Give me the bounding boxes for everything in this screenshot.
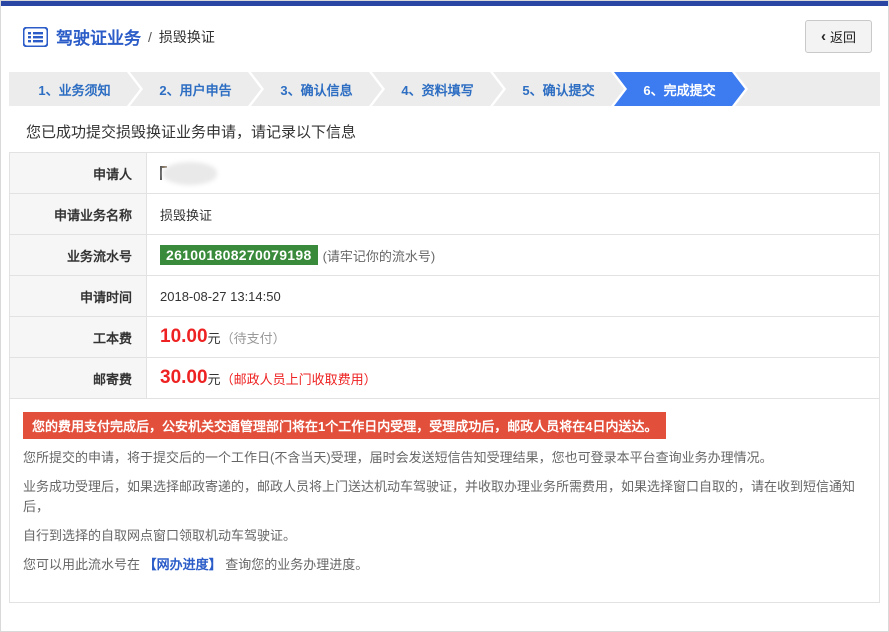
back-button-label: 返回 (829, 30, 856, 45)
back-button-top[interactable]: ‹ 返回 (804, 20, 872, 53)
table-row-serial-number: 业务流水号 261001808270079198 (请牢记你的流水号) (10, 235, 879, 276)
serial-number-value: 261001808270079198 (请牢记你的流水号) (147, 235, 879, 275)
form-list-icon (22, 26, 49, 47)
payment-alert-banner: 您的费用支付完成后，公安机关交通管理部门将在1个工作日内受理，受理成功后，邮政人… (23, 412, 667, 439)
result-info-box: 申请人 申请业务名称 损毁换证 业务流水号 261001808270079198… (9, 152, 880, 603)
apply-time-value: 2018-08-27 13:14:50 (160, 288, 281, 304)
row-label: 申请时间 (10, 276, 147, 316)
progress-query-line: 您可以用此流水号在 【网办进度】 查询您的业务办理进度。 (23, 555, 866, 575)
row-label: 业务流水号 (10, 235, 147, 275)
step-6-complete-submit[interactable]: 6、完成提交 (614, 72, 745, 106)
row-label: 申请人 (10, 153, 147, 193)
redaction-blur (163, 161, 217, 185)
table-row-postage-fee: 邮寄费 30.00 元 （邮政人员上门收取费用） (10, 358, 879, 399)
breadcrumb-divider: / (148, 28, 152, 45)
progress-suffix: 查询您的业务办理进度。 (225, 557, 369, 572)
step-4-fill-data[interactable]: 4、资料填写 (372, 72, 503, 106)
step-1-business-notice[interactable]: 1、业务须知 (9, 72, 140, 106)
row-label: 申请业务名称 (10, 194, 147, 234)
fee-note: （邮政人员上门收取费用） (220, 371, 377, 387)
notice-paragraph: 自行到选择的自取网点窗口领取机动车驾驶证。 (23, 528, 297, 543)
step-5-confirm-submit[interactable]: 5、确认提交 (493, 72, 624, 106)
breadcrumb-current: 损毁换证 (158, 28, 215, 45)
notice-paragraph: 您所提交的申请，将于提交后的一个工作日(不含当天)受理，届时会发送短信告知受理结… (23, 450, 773, 465)
step-3-confirm-info[interactable]: 3、确认信息 (251, 72, 382, 106)
step-wizard: 1、业务须知 2、用户申告 3、确认信息 4、资料填写 5、确认提交 6、完成提… (9, 72, 880, 106)
step-bar-filler (735, 72, 880, 106)
chevron-left-icon: ‹ (820, 28, 826, 45)
serial-number-note: (请牢记你的流水号) (322, 248, 436, 264)
fee-amount: 30.00 (160, 367, 208, 388)
production-fee-value: 10.00 元 （待支付） (147, 317, 879, 357)
progress-prefix: 您可以用此流水号在 (23, 557, 141, 572)
postage-fee-value: 30.00 元 （邮政人员上门收取费用） (147, 358, 879, 398)
row-label: 工本费 (10, 317, 147, 357)
fee-note: （待支付） (220, 330, 286, 346)
success-message: 您已成功提交损毁换证业务申请，请记录以下信息 (26, 124, 357, 141)
serial-number-badge: 261001808270079198 (160, 245, 318, 265)
step-2-user-declaration[interactable]: 2、用户申告 (130, 72, 261, 106)
page-container: 驾驶证业务 / 损毁换证 ‹ 返回 1、业务须知 2、用户申告 3、确认信息 4… (0, 0, 889, 632)
table-row-apply-time: 申请时间 2018-08-27 13:14:50 (10, 276, 879, 317)
table-row-production-fee: 工本费 10.00 元 （待支付） (10, 317, 879, 358)
notice-paragraph: 业务成功受理后，如果选择邮政寄递的，邮政人员将上门送达机动车驾驶证，并收取办理业… (23, 479, 856, 514)
fee-unit: 元 (207, 371, 221, 387)
notice-section: 您的费用支付完成后，公安机关交通管理部门将在1个工作日内受理，受理成功后，邮政人… (10, 399, 879, 602)
page-header: 驾驶证业务 / 损毁换证 ‹ 返回 (1, 6, 888, 66)
table-row-applicant: 申请人 (10, 153, 879, 194)
progress-link[interactable]: 【网办进度】 (144, 557, 222, 572)
fee-unit: 元 (207, 330, 221, 346)
fee-amount: 10.00 (160, 326, 208, 347)
page-title: 驾驶证业务 (56, 29, 141, 48)
business-name-value: 损毁换证 (160, 207, 213, 223)
applicant-name-value (147, 153, 879, 193)
table-row-business-name: 申请业务名称 损毁换证 (10, 194, 879, 235)
row-label: 邮寄费 (10, 358, 147, 398)
applicant-name-redacted (160, 161, 217, 185)
